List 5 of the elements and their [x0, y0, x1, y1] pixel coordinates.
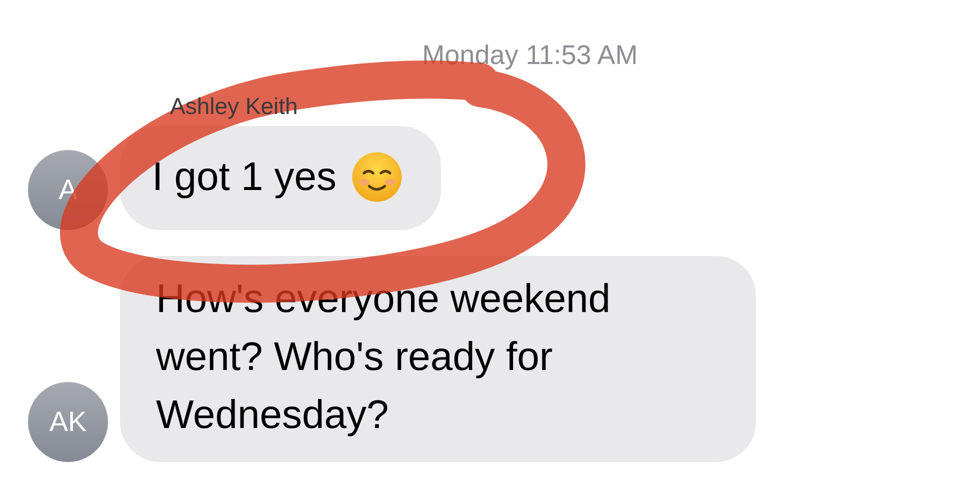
- sender-name: Ashley Keith: [170, 93, 299, 120]
- contact-avatar[interactable]: AK: [28, 382, 108, 462]
- smiling-face-icon: [350, 151, 403, 203]
- message-timestamp: Monday 11:53 AM: [421, 40, 639, 71]
- message-text: I got 1 yes: [152, 154, 337, 201]
